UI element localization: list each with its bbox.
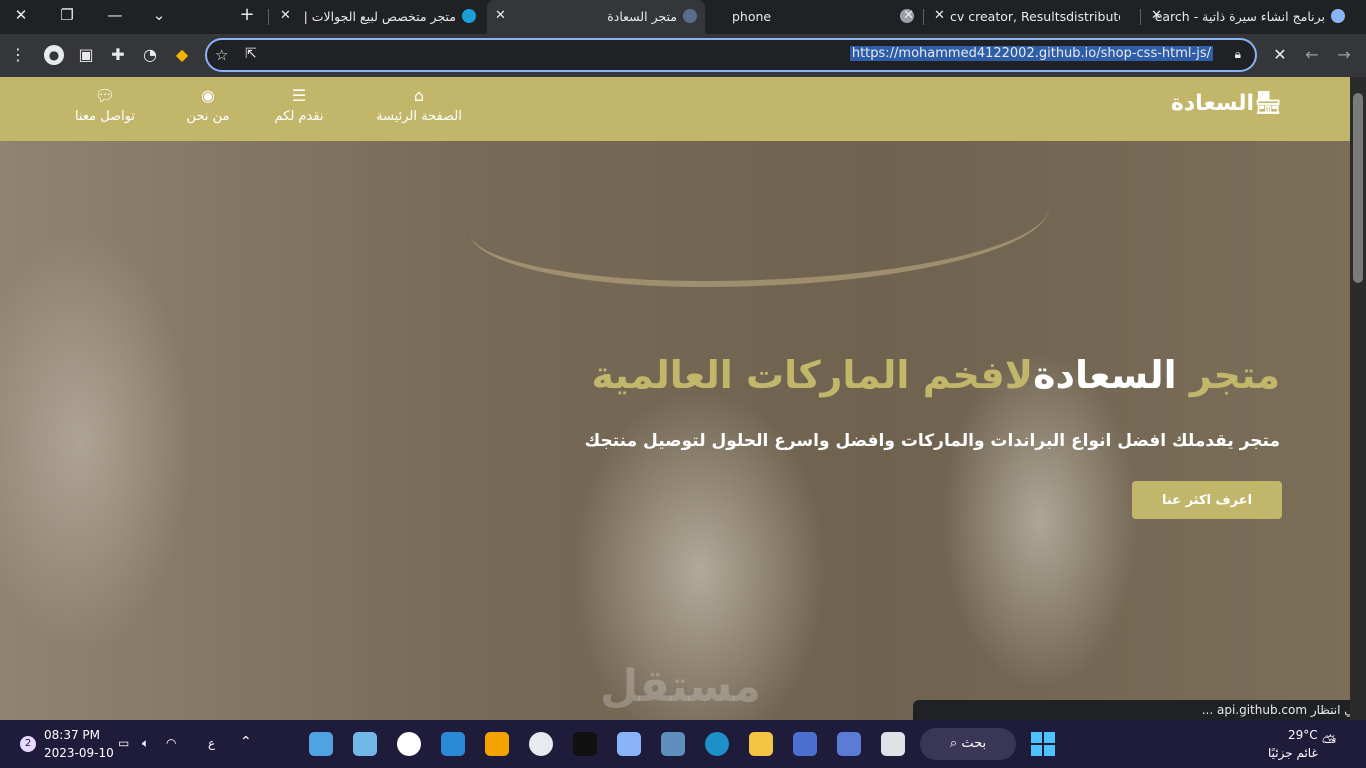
weather-desc[interactable]: غائم جزئيًا [1268, 746, 1318, 760]
search-icon: ⌕ [949, 736, 958, 751]
vscode-icon[interactable] [441, 732, 465, 756]
page-scrollbar[interactable] [1350, 77, 1366, 720]
web-page: 🏪︎السعادة ⌂ الصفحة الرئيسة ☰ نقدم لكم ◉ … [0, 77, 1350, 720]
tradingview-icon[interactable] [573, 732, 597, 756]
scrollbar-thumb[interactable] [1353, 93, 1363, 283]
tab-label: متجر السعادة [607, 9, 677, 24]
app-window-icon[interactable] [353, 732, 377, 756]
menu-dots-icon[interactable]: ⋮ [8, 45, 28, 65]
stop-loading-icon[interactable]: ✕ [1270, 45, 1290, 65]
side-panel-icon[interactable]: ▣ [76, 45, 96, 65]
hero-subtitle: متجر يقدملك افضل انواع البراندات والمارك… [584, 431, 1280, 451]
nav-about[interactable]: ◉ من نحن [153, 85, 263, 124]
tab-label: cv creator, Resultsdistributor [950, 9, 1120, 24]
nav-contact[interactable]: 💬︎ تواصل معنا [50, 85, 160, 124]
browser-tab-strip: ✕ ❐ — ⌄ + متجر متخصص لبيع الجوالات | ✕ م… [0, 0, 1366, 34]
github-desktop-icon[interactable] [397, 732, 421, 756]
circle-favicon-icon [462, 9, 476, 23]
tab-separator [1140, 9, 1141, 25]
close-tab-icon[interactable]: ✕ [903, 8, 914, 23]
tray-chevron-up-icon[interactable]: ⌃ [240, 734, 252, 750]
remote-desktop-icon[interactable] [793, 732, 817, 756]
close-tab-icon[interactable]: ✕ [280, 8, 291, 23]
info-favicon-icon [1331, 9, 1345, 23]
new-tab-button[interactable]: + [232, 4, 262, 25]
extensions-puzzle-icon[interactable]: ✚ [108, 45, 128, 65]
forward-arrow-icon[interactable]: → [1334, 45, 1354, 65]
site-logo[interactable]: 🏪︎السعادة [1171, 91, 1282, 116]
notification-badge[interactable]: 2 [20, 736, 36, 752]
hero-background-rope [470, 151, 1050, 287]
tab-cv-search[interactable]: برنامج انشاء سيرة ذاتية - Search ✕ [1143, 0, 1353, 34]
edge-icon[interactable] [705, 732, 729, 756]
tab-phone-store[interactable]: متجر متخصص لبيع الجوالات | ✕ [272, 0, 484, 34]
close-tab-icon[interactable]: ✕ [934, 8, 945, 23]
tab-alsaada-store[interactable]: متجر السعادة ✕ [487, 0, 705, 34]
close-window-icon[interactable]: ✕ [6, 6, 36, 24]
tab-label: برنامج انشاء سيرة ذاتية - Search [1155, 9, 1325, 24]
extension-color-icon[interactable]: ◆ [172, 45, 192, 65]
hero-title: متجر السعادةلافخم الماركات العالمية [591, 353, 1280, 397]
clock-date[interactable]: 2023-09-10 [44, 746, 114, 760]
bookmark-star-icon[interactable]: ☆ [215, 46, 228, 64]
share-icon[interactable]: ⇱ [245, 46, 257, 62]
wifi-icon[interactable]: ◠ [166, 736, 176, 750]
store-icon: 🏪︎ [1254, 91, 1282, 116]
close-tab-icon[interactable]: ✕ [1151, 8, 1162, 23]
weather-temp[interactable]: 29°C [1288, 728, 1318, 742]
tab-cv-creator[interactable]: cv creator, Resultsdistributor ✕ [926, 0, 1138, 34]
pdf-app-icon[interactable] [485, 732, 509, 756]
battery-icon[interactable]: ▭ [118, 736, 129, 750]
tab-separator [268, 9, 269, 25]
close-tab-icon[interactable]: ✕ [495, 8, 506, 23]
file-explorer-icon[interactable] [749, 732, 773, 756]
tab-separator [923, 9, 924, 25]
home-icon: ⌂ [413, 86, 425, 105]
nav-home[interactable]: ⌂ الصفحة الرئيسة [364, 85, 474, 124]
mostaql-watermark: مستقل [600, 661, 761, 712]
tab-search-chevron-icon[interactable]: ⌄ [144, 6, 174, 24]
partly-cloudy-icon[interactable]: ⛅︎ [1322, 732, 1336, 753]
start-windows-icon[interactable] [1031, 732, 1055, 756]
volume-icon[interactable]: 🔈︎ [142, 736, 149, 751]
lock-icon[interactable]: 🔒︎ [1235, 47, 1241, 62]
image-viewer-icon[interactable] [661, 732, 685, 756]
browser-toolbar: ⋮ ● ▣ ✚ ◔ ◆ ☆ ⇱ https://mohammed4122002.… [0, 34, 1366, 77]
maze-app-icon[interactable] [617, 732, 641, 756]
site-navbar: 🏪︎السعادة ⌂ الصفحة الرئيسة ☰ نقدم لكم ◉ … [0, 77, 1350, 141]
minimize-window-icon[interactable]: — [100, 6, 130, 24]
clock-time[interactable]: 08:37 PM [44, 728, 100, 742]
user-circle-icon: ◉ [201, 86, 215, 105]
tab-phone[interactable]: phone ✕ [708, 0, 922, 34]
chrome-icon[interactable] [529, 732, 553, 756]
task-view-icon[interactable] [881, 732, 905, 756]
video-call-icon[interactable] [837, 732, 861, 756]
tab-label: متجر متخصص لبيع الجوالات | [303, 9, 456, 24]
hero-section: متجر السعادةلافخم الماركات العالمية متجر… [0, 141, 1350, 720]
loading-status-bubble: في انتظار api.github.com ... [913, 700, 1366, 720]
input-language[interactable]: ع [208, 736, 215, 750]
back-arrow-icon[interactable]: ← [1302, 45, 1322, 65]
photos-app-icon[interactable] [309, 732, 333, 756]
address-bar[interactable]: ☆ ⇱ https://mohammed4122002.github.io/sh… [205, 38, 1257, 72]
restore-window-icon[interactable]: ❐ [52, 6, 82, 24]
url-text[interactable]: https://mohammed4122002.github.io/shop-c… [849, 46, 1213, 61]
tab-label: phone [732, 9, 772, 24]
taskbar-search[interactable]: ⌕ بحث [920, 728, 1016, 760]
profile-icon[interactable]: ● [44, 45, 64, 65]
windows-taskbar: 2 08:37 PM 2023-09-10 ▭ 🔈︎ ◠ ع ⌃ ⌕ بحث 2… [0, 720, 1366, 768]
spinner-favicon-icon [683, 9, 697, 23]
performance-gauge-icon[interactable]: ◔ [140, 45, 160, 65]
logo-text: السعادة [1170, 91, 1255, 116]
chat-icon: 💬︎ [94, 86, 116, 105]
learn-more-button[interactable]: اعرف اكثر عنا [1132, 481, 1282, 519]
